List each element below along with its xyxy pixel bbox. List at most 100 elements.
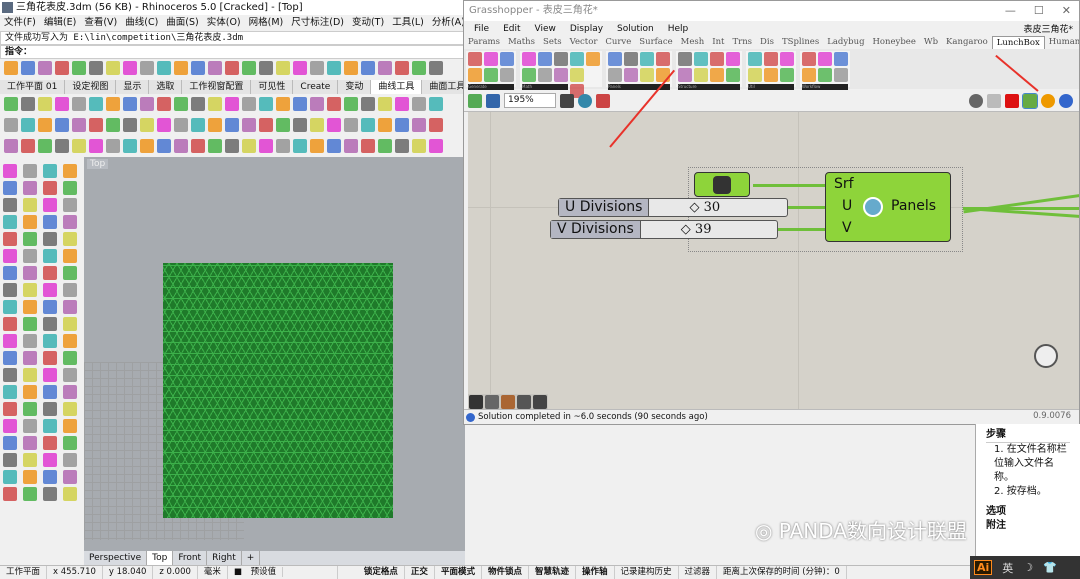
toolbar-tab[interactable]: 选取 [149,80,183,94]
gh-tab[interactable]: Surface [635,36,676,49]
toolbar-icon[interactable] [3,215,17,229]
slider-value[interactable]: ◇ 30 [649,199,787,216]
menu-item[interactable]: 工具(L) [392,15,424,31]
toolbar-tab[interactable]: Create [293,80,339,94]
toolbar-icon[interactable] [140,139,154,153]
toolbar-icon[interactable] [242,118,256,132]
toolbar-icon[interactable] [21,139,35,153]
window-control-button[interactable]: ✕ [1062,4,1071,17]
toolbar-icon[interactable] [38,97,52,111]
toolbar-icon[interactable] [208,118,222,132]
toolbar-icon[interactable] [3,181,17,195]
triangle-panel-surface[interactable] [163,263,393,518]
toolbar-icon[interactable] [63,368,77,382]
toolbar-icon[interactable] [23,215,37,229]
toolbar-icon[interactable] [89,139,103,153]
toolbar-icon[interactable] [276,97,290,111]
menu-item[interactable]: 变动(T) [352,15,384,31]
gh-tab[interactable]: Dis [756,36,778,49]
toolbar-icon[interactable] [23,266,37,280]
toolbar-icon[interactable] [157,118,171,132]
toolbar-icon[interactable] [63,181,77,195]
toolbar-icon[interactable] [123,61,137,75]
toolbar-icon[interactable] [43,385,57,399]
gh-document-name[interactable]: 表皮三角花* [1023,22,1073,35]
toolbar-icon[interactable] [23,436,37,450]
toolbar-icon[interactable] [3,402,17,416]
toolbar-icon[interactable] [327,97,341,111]
gh-menu-item[interactable]: Display [570,22,603,36]
component-icon[interactable] [694,52,708,66]
toolbar-icon[interactable] [395,118,409,132]
toolbar-icon[interactable] [21,118,35,132]
toolbar-icon[interactable] [378,61,392,75]
component-icon[interactable] [468,52,482,66]
toolbar-icon[interactable] [72,97,86,111]
component-icon[interactable] [468,68,482,82]
status-toggle[interactable]: 平面模式 [435,566,482,579]
toolbar-icon[interactable] [106,118,120,132]
component-icon[interactable] [522,68,536,82]
component-icon[interactable] [522,52,536,66]
toolbar-icon[interactable] [43,249,57,263]
toolbar-icon[interactable] [23,334,37,348]
toolbar-icon[interactable] [63,419,77,433]
display-mode-icon[interactable] [1022,92,1038,109]
sketch-pen-icon[interactable] [596,93,610,108]
toolbar-icon[interactable] [429,139,443,153]
toolbar-icon[interactable] [276,118,290,132]
toolbar-icon[interactable] [43,164,57,178]
gh-tab[interactable]: Vector [566,36,602,49]
toolbar-icon[interactable] [259,118,273,132]
toolbar-tab[interactable]: 可见性 [251,80,294,94]
toolbar-icon[interactable] [225,61,239,75]
component-icon[interactable] [710,52,724,66]
toolbar-icon[interactable] [242,97,256,111]
gh-tab[interactable]: Curve [601,36,635,49]
component-icon[interactable] [802,52,816,66]
toolbar-icon[interactable] [208,61,222,75]
toolbar-icon[interactable] [3,453,17,467]
toolbar-icon[interactable] [429,61,443,75]
toolbar-icon[interactable] [43,215,57,229]
open-file-icon[interactable] [468,93,482,108]
toolbar-icon[interactable] [63,402,77,416]
gh-tab[interactable]: LunchBox [991,36,1045,49]
toolbar-icon[interactable] [310,97,324,111]
toolbar-icon[interactable] [23,351,37,365]
toolbar-icon[interactable] [3,436,17,450]
toolbar-icon[interactable] [259,97,273,111]
toolbar-icon[interactable] [63,232,77,246]
input-u[interactable]: U [842,198,852,214]
zoom-select[interactable]: 195% [504,93,556,108]
component-icon[interactable] [748,52,762,66]
component-icon[interactable] [624,68,638,82]
record-history-toggle[interactable]: 记录建构历史 [615,566,679,579]
toolbar-icon[interactable] [4,61,18,75]
toolbar-icon[interactable] [3,351,17,365]
window-control-button[interactable]: — [1005,4,1016,17]
preview-wire-icon[interactable] [969,93,983,108]
toolbar-icon[interactable] [310,118,324,132]
gh-menu-item[interactable]: File [474,22,489,36]
preview-eye-icon[interactable] [578,93,592,108]
toolbar-icon[interactable] [4,97,18,111]
toolbar-icon[interactable] [327,118,341,132]
component-icon[interactable] [678,68,692,82]
toolbar-icon[interactable] [225,139,239,153]
toolbar-icon[interactable] [174,118,188,132]
gh-tab[interactable]: Sets [539,36,566,49]
toolbar-icon[interactable] [43,334,57,348]
toolbar-icon[interactable] [3,317,17,331]
toolbar-icon[interactable] [63,300,77,314]
toolbar-icon[interactable] [63,215,77,229]
toolbar-icon[interactable] [23,249,37,263]
toolbar-icon[interactable] [23,453,37,467]
viewport-label[interactable]: Top [87,159,109,169]
toolbar-tab[interactable]: 曲线工具 [371,80,423,94]
toolbar-icon[interactable] [106,139,120,153]
component-icon[interactable] [726,52,740,66]
toolbar-icon[interactable] [293,61,307,75]
toolbar-icon[interactable] [55,97,69,111]
viewport-tab[interactable]: Front [173,551,208,565]
